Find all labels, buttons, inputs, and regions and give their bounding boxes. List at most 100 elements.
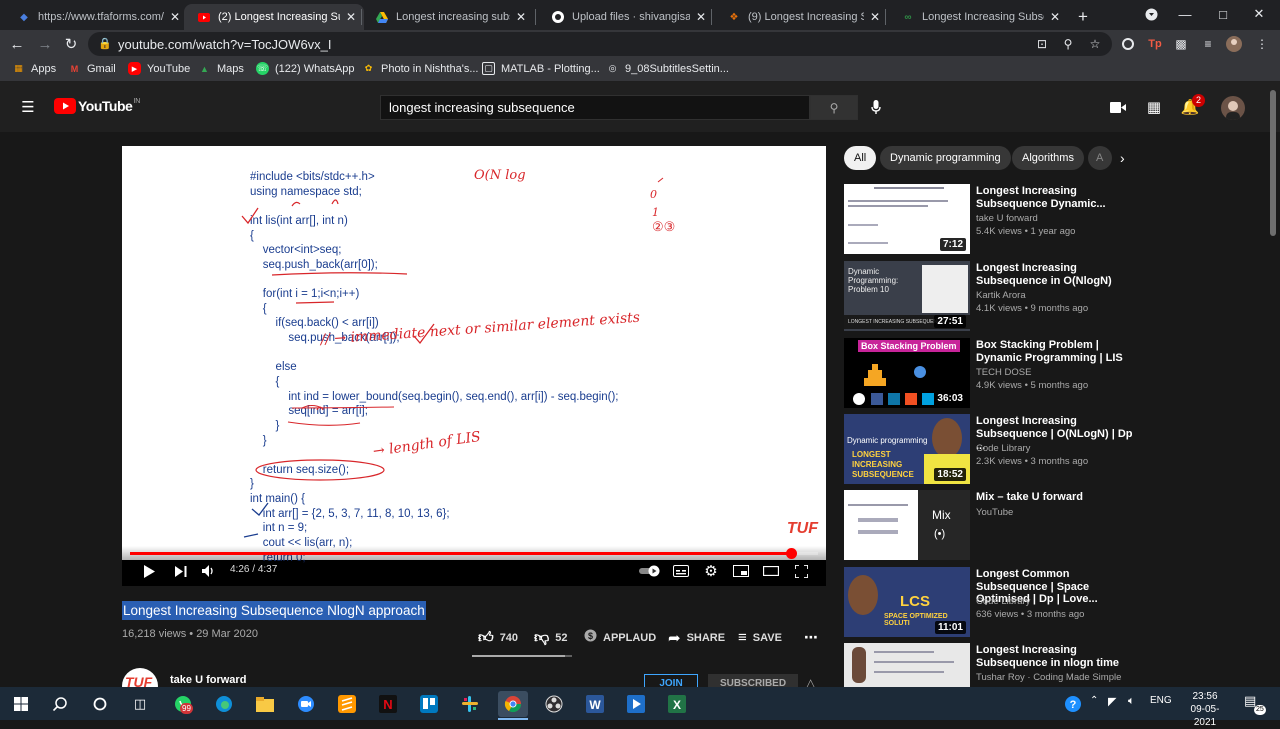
close-icon[interactable]: ✕ [516,10,526,24]
recommendation-item[interactable]: Mix (•) Mix – take U forward YouTube [844,490,1144,560]
extension-record-icon[interactable] [1120,36,1136,52]
browser-tab[interactable]: ∞ Longest Increasing Subseque ✕ [888,4,1068,30]
channel-name[interactable]: take U forward [170,674,246,686]
chevron-right-icon[interactable]: › [1120,150,1125,166]
search-button[interactable]: ⚲ [810,95,858,120]
close-icon[interactable]: ✕ [1050,10,1060,24]
video-thumbnail[interactable]: 7:12 [844,184,970,254]
avatar[interactable] [1221,96,1245,120]
bookmark-matlab[interactable]: ▢ MATLAB - Plotting... [482,62,600,75]
search-input[interactable]: longest increasing subsequence [380,95,810,120]
task-view-icon[interactable]: ◫ [127,691,153,717]
help-icon[interactable]: ? [1060,691,1086,717]
trello-icon[interactable] [416,691,442,717]
back-icon[interactable]: ← [6,33,28,55]
browser-tab-active[interactable]: (2) Longest Increasing Subs ✕ [184,4,364,30]
recommendation-item[interactable]: Box Stacking Problem 36:03 Box Stacking … [844,338,1144,408]
next-icon[interactable] [170,560,192,582]
settings-gear-icon[interactable]: ⚙ [700,560,722,582]
fullscreen-icon[interactable] [790,560,812,582]
clock[interactable]: 23:56 09-05-2021 [1180,690,1230,729]
address-bar[interactable]: 🔒 youtube.com/watch?v=TocJOW6vx_I [88,32,1112,56]
recommendation-item[interactable]: Dynamic Programming: Problem 10 LONGEST … [844,261,1144,331]
chrome-menu-icon[interactable]: ⋮ [1254,36,1270,52]
subtitles-icon[interactable] [670,560,692,582]
lock-icon[interactable]: 🔒 [98,37,112,50]
bookmark-photos[interactable]: ✿ Photo in Nishtha's... [362,62,479,75]
video-thumbnail[interactable]: Mix (•) [844,490,970,560]
video-thumbnail[interactable]: Dynamic Programming: Problem 10 LONGEST … [844,261,970,331]
bookmark-whatsapp[interactable]: ☏ (122) WhatsApp [256,62,354,75]
chip-dynamic-programming[interactable]: Dynamic programming [880,146,1011,170]
chip-algorithms[interactable]: Algorithms [1012,146,1084,170]
save-button[interactable]: ≡ SAVE [738,629,782,646]
speaker-icon[interactable]: 🔈︎ [1128,695,1135,708]
avatar[interactable] [1226,36,1242,52]
chip-all[interactable]: All [844,146,877,170]
close-icon[interactable]: ✕ [696,10,706,24]
share-button[interactable]: ➦ SHARE [668,629,725,647]
search-icon[interactable] [47,691,73,717]
close-window-icon[interactable]: ✕ [1236,0,1280,28]
bookmark-apps[interactable]: ▦ Apps [12,62,56,75]
chrome-icon[interactable] [498,691,528,717]
hamburger-menu-icon[interactable]: ☰ [18,97,38,117]
applaud-button[interactable]: $ APPLAUD [584,629,656,646]
bookmark-gmail[interactable]: M Gmail [68,62,116,75]
obs-icon[interactable] [541,691,567,717]
create-video-icon[interactable] [1108,97,1128,117]
cortana-icon[interactable] [87,691,113,717]
theater-mode-icon[interactable] [760,560,782,582]
video-thumbnail[interactable] [844,643,970,687]
sublime-text-icon[interactable] [334,691,360,717]
close-icon[interactable]: ✕ [346,10,356,24]
language-indicator[interactable]: ENG [1150,695,1172,706]
browser-tab[interactable]: Longest increasing subseque ✕ [362,4,534,30]
reading-list-icon[interactable]: ≡ [1200,36,1216,52]
bookmark-youtube[interactable]: ▶ YouTube [128,62,190,75]
autoplay-toggle[interactable] [638,560,664,582]
browser-tab[interactable]: ◆ https://www.tfaforms.com/n ✕ [4,4,188,30]
video-thumbnail[interactable]: Dynamic programming LONGEST INCREASING S… [844,414,970,484]
recommendation-item[interactable]: Longest Increasing Subsequence in nlogn … [844,643,1144,687]
media-player-icon[interactable] [623,691,649,717]
close-icon[interactable]: ✕ [170,10,180,24]
windows-start-icon[interactable] [8,691,34,717]
video-thumbnail[interactable]: LCS SPACE OPTIMIZED SOLUTI 11:01 [844,567,970,637]
more-actions-icon[interactable]: ⋯ [804,629,824,646]
extensions-puzzle-icon[interactable]: ▩ [1173,36,1189,52]
zoom-icon[interactable]: ⚲ [1060,36,1076,52]
recommendation-item[interactable]: LCS SPACE OPTIMIZED SOLUTI 11:01 Longest… [844,567,1144,637]
browser-tab[interactable]: ❖ (9) Longest Increasing Subs ✕ [714,4,888,30]
youtube-logo[interactable]: YouTube IN [54,98,140,114]
forward-icon[interactable]: → [34,33,56,55]
recommendation-item[interactable]: Dynamic programming LONGEST INCREASING S… [844,414,1144,484]
browser-tab[interactable]: Upload files · shivangisahay ✕ [538,4,714,30]
bookmark-star-icon[interactable]: ☆ [1087,36,1103,52]
volume-icon[interactable] [198,560,220,582]
video-thumbnail[interactable]: Box Stacking Problem 36:03 [844,338,970,408]
chip-partial[interactable]: A [1088,146,1112,170]
install-app-icon[interactable]: ⊡ [1034,36,1050,52]
dislike-button[interactable]: 👎︎ 52 [534,629,567,647]
close-icon[interactable]: ✕ [870,10,880,24]
excel-icon[interactable]: X [664,691,690,717]
new-tab-button[interactable]: + [1070,4,1096,30]
wifi-icon[interactable]: ◤ [1108,695,1116,708]
progress-bar[interactable] [130,548,818,559]
play-icon[interactable] [138,560,160,582]
reload-icon[interactable]: ↻ [60,33,82,55]
word-icon[interactable]: W [582,691,608,717]
zoom-icon[interactable] [293,691,319,717]
bookmark-subtitles[interactable]: ◎ 9_08SubtitlesSettin... [606,62,729,75]
progress-scrubber[interactable] [786,548,797,559]
video-player[interactable]: #include <bits/stdc++.h> using namespace … [122,146,826,586]
extension-tp-icon[interactable]: Tp [1147,36,1163,52]
netflix-icon[interactable]: N [375,691,401,717]
show-hidden-icons-icon[interactable]: ⌃ [1090,695,1098,706]
slack-icon[interactable] [457,691,483,717]
file-explorer-icon[interactable] [252,691,278,717]
microphone-icon[interactable] [866,97,886,117]
like-button[interactable]: 👍︎ 740 [478,629,518,647]
edge-icon[interactable] [211,691,237,717]
